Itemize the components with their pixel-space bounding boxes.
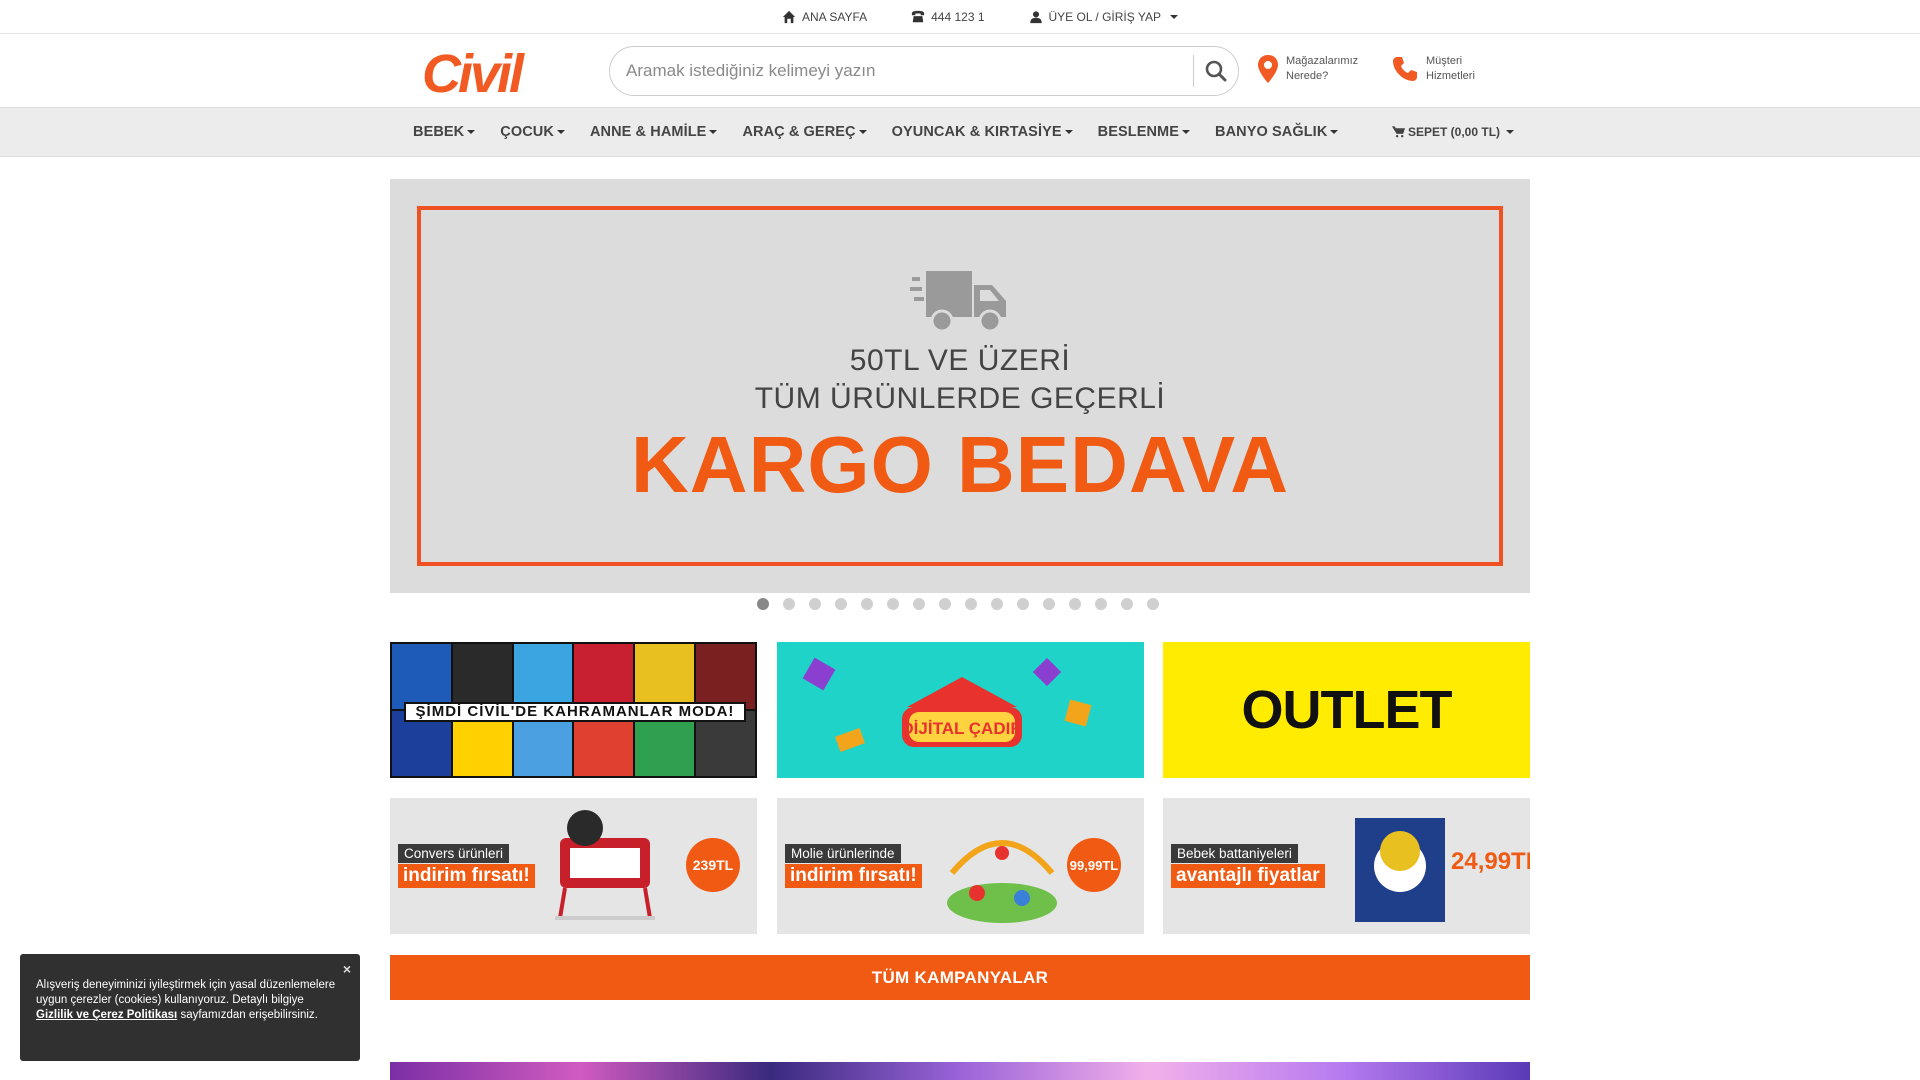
- logo-text: Civil: [422, 44, 525, 102]
- carousel-dot[interactable]: [1095, 598, 1107, 610]
- search-button[interactable]: [1194, 47, 1238, 95]
- molie-campaign-banner[interactable]: Molie ürünlerinde indirim fırsatı! 99,99…: [777, 798, 1144, 934]
- dijital-cadir-banner[interactable]: DİJİTAL ÇADIR: [777, 642, 1144, 778]
- carousel-dot[interactable]: [887, 598, 899, 610]
- home-icon: [782, 10, 796, 23]
- search-icon: [1205, 60, 1227, 82]
- home-link-label: ANA SAYFA: [801, 9, 868, 24]
- privacy-policy-link[interactable]: Gizlilik ve Çerez Politikası: [36, 1009, 177, 1021]
- stores-label: Mağazalarımız Nerede?: [1286, 55, 1359, 82]
- confetti-shape: [835, 728, 865, 752]
- price-badge: 99,99TL: [1067, 838, 1121, 892]
- carousel-dot[interactable]: [1043, 598, 1055, 610]
- campaign-brand-label: Molie ürünlerinde: [785, 844, 901, 863]
- campaign-brand-label: Bebek battaniyeleri: [1171, 844, 1298, 863]
- heroes-banner-text: ŞİMDİ CİVİL'DE KAHRAMANLAR MODA!: [404, 702, 746, 722]
- carousel-dot[interactable]: [1069, 598, 1081, 610]
- nav-item-bebek[interactable]: BEBEK: [413, 124, 476, 140]
- carousel-dot[interactable]: [835, 598, 847, 610]
- chevron-down-icon: [1506, 130, 1515, 134]
- confetti-shape: [1032, 657, 1062, 687]
- svg-text:DİJİTAL ÇADIR: DİJİTAL ÇADIR: [901, 719, 1022, 738]
- phone-link[interactable]: 444 123 1: [911, 9, 985, 24]
- price-badge: 239TL: [686, 838, 740, 892]
- nav-item-beslenme[interactable]: BESLENME: [1098, 124, 1191, 140]
- baby-blanket-image: [1355, 818, 1445, 922]
- chevron-down-icon: [1170, 14, 1178, 19]
- customer-service-link[interactable]: Müşteri Hizmetleri: [1392, 54, 1475, 84]
- next-banner-strip[interactable]: [390, 1062, 1530, 1080]
- convers-campaign-banner[interactable]: Convers ürünleri indirim fırsatı! 239TL: [390, 798, 757, 934]
- cart-label: SEPET (0,00 TL): [1408, 125, 1501, 139]
- baby-crib-image: [555, 810, 655, 920]
- search-box: [609, 46, 1239, 96]
- confetti-shape: [802, 657, 836, 691]
- nav-item-arac-gerec[interactable]: ARAÇ & GEREÇ: [742, 124, 867, 140]
- carousel-dot[interactable]: [913, 598, 925, 610]
- hero-headline: KARGO BEDAVA: [631, 420, 1289, 509]
- cookie-text: Alışveriş deneyiminizi iyileştirmek için…: [36, 979, 336, 1006]
- account-label: ÜYE OL / GİRİŞ YAP: [1048, 9, 1161, 24]
- carousel-dot[interactable]: [1017, 598, 1029, 610]
- search-input[interactable]: [610, 61, 1193, 81]
- delivery-truck-icon: [910, 271, 1006, 333]
- customer-service-label: Müşteri Hizmetleri: [1426, 55, 1475, 82]
- campaign-offer-label: avantajlı fiyatlar: [1171, 864, 1325, 888]
- carousel-dot[interactable]: [809, 598, 821, 610]
- blanket-campaign-banner[interactable]: Bebek battaniyeleri avantajlı fiyatlar 2…: [1163, 798, 1530, 934]
- carousel-dot[interactable]: [783, 598, 795, 610]
- phone-number: 444 123 1: [931, 9, 985, 24]
- header: Civil MağazalarımızNerede? MüşteriHizmet…: [0, 34, 1920, 107]
- carousel-dots: [757, 598, 1159, 610]
- carousel-dot[interactable]: [861, 598, 873, 610]
- hero-banner[interactable]: 50TL VE ÜZERİ TÜM ÜRÜNLERDE GEÇERLİ KARG…: [390, 179, 1530, 593]
- circus-tent-graphic: DİJİTAL ÇADIR: [901, 677, 1023, 747]
- carousel-dot[interactable]: [1147, 598, 1159, 610]
- carousel-dot[interactable]: [757, 598, 769, 610]
- carousel-dot[interactable]: [1121, 598, 1133, 610]
- top-bar: ANA SAYFA 444 123 1 ÜYE OL / GİRİŞ YAP: [0, 0, 1920, 34]
- home-link[interactable]: ANA SAYFA: [782, 10, 867, 24]
- nav-item-banyo-saglik[interactable]: BANYO SAĞLIK: [1215, 124, 1339, 140]
- cart-icon: [1392, 126, 1405, 138]
- campaign-offer-label: indirim fırsatı!: [785, 864, 922, 888]
- nav-item-oyuncak-kirtasiye[interactable]: OYUNCAK & KIRTASİYE: [892, 124, 1073, 140]
- stores-link[interactable]: Mağazalarımız Nerede?: [1258, 54, 1358, 84]
- map-pin-icon: [1258, 55, 1278, 83]
- all-campaigns-button[interactable]: TÜM KAMPANYALAR: [390, 955, 1530, 1000]
- cookie-text-end: sayfamızdan erişebilirsiniz.: [177, 1009, 318, 1021]
- phone-icon: [912, 10, 925, 22]
- play-gym-image: [947, 840, 1057, 923]
- hero-line-2: TÜM ÜRÜNLERDE GEÇERLİ: [754, 382, 1166, 415]
- campaign-offer-label: indirim fırsatı!: [398, 864, 535, 888]
- cart-button[interactable]: SEPET (0,00 TL): [1392, 108, 1515, 156]
- carousel-dot[interactable]: [939, 598, 951, 610]
- user-icon: [1029, 10, 1042, 23]
- nav-item-cocuk[interactable]: ÇOCUK: [500, 124, 565, 140]
- nav-item-anne-hamile[interactable]: ANNE & HAMİLE: [590, 124, 718, 140]
- close-icon[interactable]: ×: [343, 962, 351, 977]
- price-label: 24,99TL: [1451, 848, 1530, 875]
- superheroes-banner[interactable]: ŞİMDİ CİVİL'DE KAHRAMANLAR MODA!: [390, 642, 757, 778]
- confetti-shape: [1064, 699, 1092, 727]
- cookie-notice: × Alışveriş deneyiminizi iyileştirmek iç…: [20, 954, 360, 1061]
- carousel-dot[interactable]: [965, 598, 977, 610]
- hero-line-1: 50TL VE ÜZERİ: [849, 344, 1071, 377]
- outlet-banner[interactable]: OUTLET: [1163, 642, 1530, 778]
- outlet-title: OUTLET: [1241, 680, 1453, 740]
- main-nav: BEBEK ÇOCUK ANNE & HAMİLE ARAÇ & GEREÇ O…: [0, 107, 1920, 157]
- carousel-dot[interactable]: [991, 598, 1003, 610]
- civil-logo[interactable]: Civil: [420, 42, 560, 104]
- campaign-brand-label: Convers ürünleri: [398, 844, 510, 863]
- account-menu[interactable]: ÜYE OL / GİRİŞ YAP: [1029, 10, 1178, 24]
- phone-handset-icon: [1393, 57, 1417, 81]
